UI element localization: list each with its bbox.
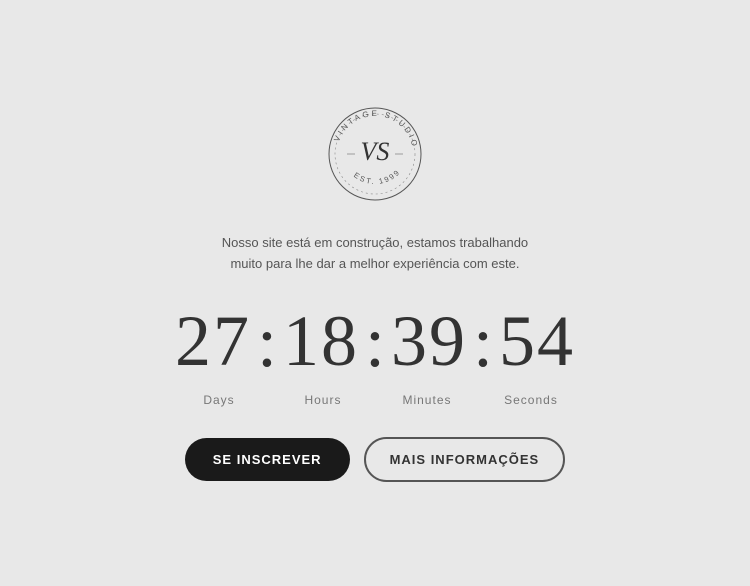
separator-2: : [361,306,389,378]
buttons-group: SE INSCREVER MAIS INFORMAÇÕES [185,437,565,482]
tagline-text: Nosso site está em construção, estamos t… [215,233,535,275]
logo-svg: VINTAGE STUDIO EST. 1999 VS [325,104,425,204]
seconds-label: Seconds [491,393,571,407]
more-info-button[interactable]: MAIS INFORMAÇÕES [364,437,566,482]
days-label: Days [179,393,259,407]
separator-3: : [469,306,497,378]
logo-wrapper: VINTAGE STUDIO EST. 1999 VS [325,104,425,209]
label-spacer-1 [259,393,283,407]
countdown-display: 27 : 18 : 39 : 54 [173,300,577,383]
svg-text:EST. 1999: EST. 1999 [352,167,402,186]
label-spacer-2 [363,393,387,407]
hours-label: Hours [283,393,363,407]
seconds-number: 54 [497,300,577,383]
label-spacer-3 [467,393,491,407]
hours-number: 18 [281,300,361,383]
days-number: 27 [173,300,253,383]
svg-text:VS: VS [361,137,390,166]
main-container: VINTAGE STUDIO EST. 1999 VS Nosso site e… [173,104,577,483]
subscribe-button[interactable]: SE INSCREVER [185,438,350,481]
countdown-labels: Days Hours Minutes Seconds [179,393,571,407]
separator-1: : [253,306,281,378]
minutes-label: Minutes [387,393,467,407]
minutes-number: 39 [389,300,469,383]
